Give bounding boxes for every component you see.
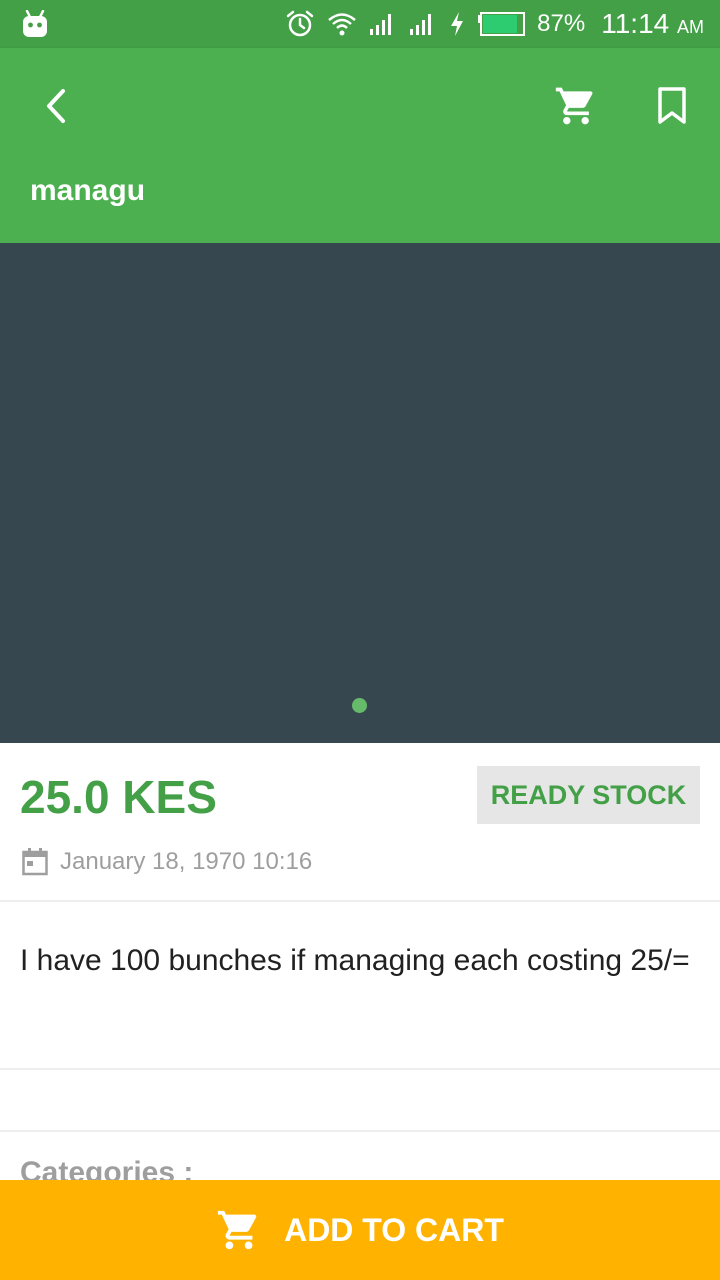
alarm-icon (285, 9, 315, 39)
wifi-icon (327, 11, 357, 37)
cart-button[interactable] (548, 78, 604, 134)
add-to-cart-button[interactable]: ADD TO CART (0, 1180, 720, 1280)
product-date: January 18, 1970 10:16 (60, 848, 313, 875)
cart-icon (555, 87, 593, 125)
android-icon (22, 9, 48, 43)
battery-percent: 87% (537, 10, 586, 37)
back-arrow-icon (47, 89, 65, 123)
calendar-icon (22, 848, 48, 876)
cart-icon (216, 1207, 262, 1253)
app-bar: managu (0, 48, 720, 243)
signal-icon (369, 12, 397, 36)
add-to-cart-label: ADD TO CART (284, 1211, 504, 1248)
clock-time: 11:14 (601, 8, 670, 39)
product-price: 25.0 KES (20, 771, 217, 823)
product-description: I have 100 bunches if managing each cost… (20, 944, 690, 977)
date-row: January 18, 1970 10:16 (22, 848, 312, 876)
stock-status-badge: READY STOCK (477, 766, 700, 824)
back-button[interactable] (32, 82, 80, 130)
divider (0, 1068, 720, 1070)
divider (0, 900, 720, 902)
battery-icon (477, 12, 526, 36)
page-indicator-dot (352, 698, 367, 713)
bookmark-button[interactable] (648, 78, 696, 134)
battery-level (483, 15, 518, 33)
clock: 11:14 AM (601, 8, 704, 40)
status-bar: 87% 11:14 AM (0, 0, 720, 48)
page-title: managu (30, 174, 146, 207)
signal-icon (409, 12, 437, 36)
product-image-gallery[interactable] (0, 243, 720, 743)
clock-ampm: AM (677, 17, 704, 37)
bookmark-icon (658, 87, 686, 124)
charging-icon (449, 11, 465, 37)
divider (0, 1130, 720, 1132)
